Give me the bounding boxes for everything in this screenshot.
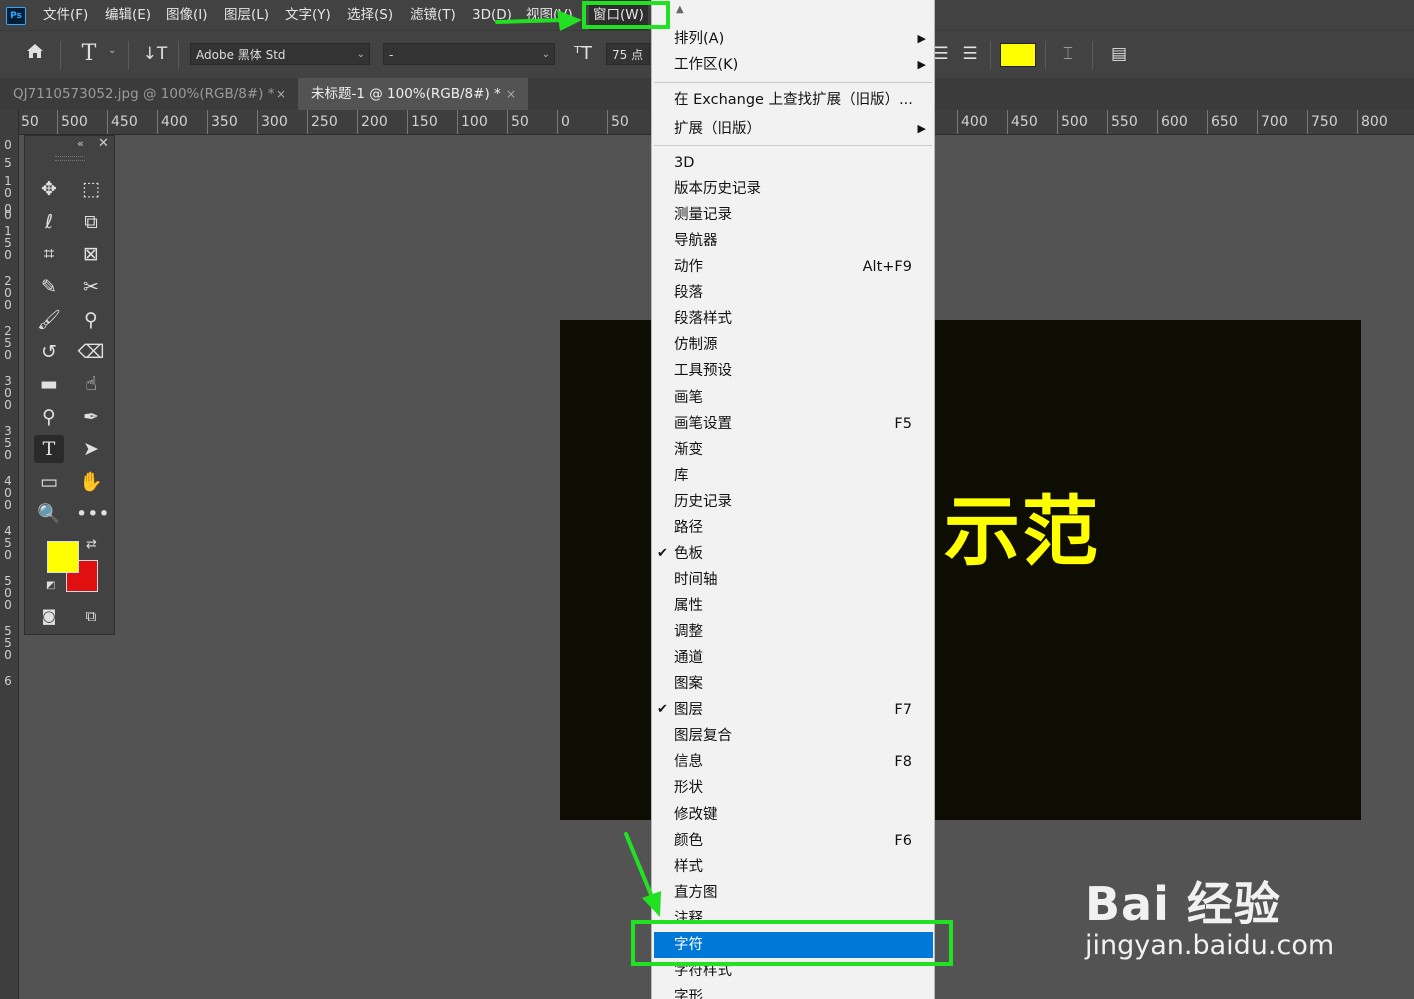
baidu-jingyan-watermark-logo: Bai 经验 (1085, 877, 1281, 931)
annotation-arrows (495, 10, 661, 917)
baidu-jingyan-watermark-url: jingyan.baidu.com (1085, 930, 1335, 961)
arrow-right-icon (557, 10, 582, 31)
arrow-down-icon (642, 891, 661, 917)
